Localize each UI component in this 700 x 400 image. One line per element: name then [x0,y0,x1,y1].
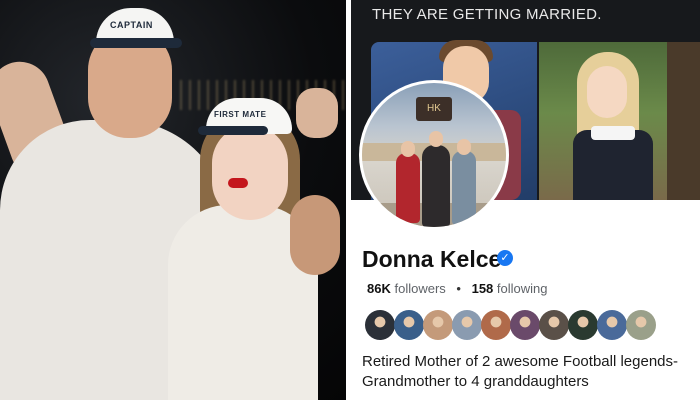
friend-avatar-10[interactable] [626,310,656,340]
avatar-person-right [452,151,476,225]
profile-bio: Retired Mother of 2 awesome Football leg… [362,352,700,392]
profile-avatar-photo: HK [362,83,506,227]
couple-photo: CAPTAIN FIRST MATE [0,0,346,400]
friend-avatar-9[interactable] [597,310,627,340]
profile-stats: 86K followers • 158 following [367,281,548,296]
girl-collar [591,126,635,140]
captain-cap-text: CAPTAIN [110,20,153,30]
friend-avatar-5[interactable] [481,310,511,340]
friend-avatar-4[interactable] [452,310,482,340]
stats-separator: • [456,281,461,296]
post-caption: THEY ARE GETTING MARRIED. [372,6,602,23]
friend-avatar-7[interactable] [539,310,569,340]
followers-label[interactable]: followers [394,281,445,296]
avatar-person-center [422,145,450,227]
avatar-person-center-head [429,131,443,147]
restaurant-sign: HK [416,97,452,121]
friend-avatar-3[interactable] [423,310,453,340]
first-mate-cap-brim [198,126,268,135]
girl-dress [573,130,653,200]
avatar-person-left [396,153,420,223]
red-lips [228,178,248,188]
friend-avatar-1[interactable] [365,310,395,340]
following-count[interactable]: 158 [472,281,494,296]
friend-avatar-2[interactable] [394,310,424,340]
arm-on-shoulder [290,195,340,275]
avatar-person-right-head [457,139,471,155]
avatar-person-left-head [401,141,415,157]
first-mate-cap-text: FIRST MATE [214,110,267,119]
bio-line-2: Grandmother to 4 granddaughters [362,373,589,390]
woman-face [212,125,288,220]
friend-avatar-6[interactable] [510,310,540,340]
friend-avatar-8[interactable] [568,310,598,340]
profile-name: Donna Kelce [362,246,502,272]
captain-cap-brim [90,38,182,48]
bio-line-1: Retired Mother of 2 awesome Football leg… [362,353,678,370]
friend-avatars-row [365,310,656,342]
followers-count[interactable]: 86K [367,281,391,296]
girl-face [587,66,627,118]
following-label[interactable]: following [497,281,548,296]
profile-avatar[interactable]: HK [359,80,509,230]
verified-badge-icon: ✓ [497,250,513,266]
tree-trunk [667,42,700,200]
peace-sign-hand [296,88,338,138]
